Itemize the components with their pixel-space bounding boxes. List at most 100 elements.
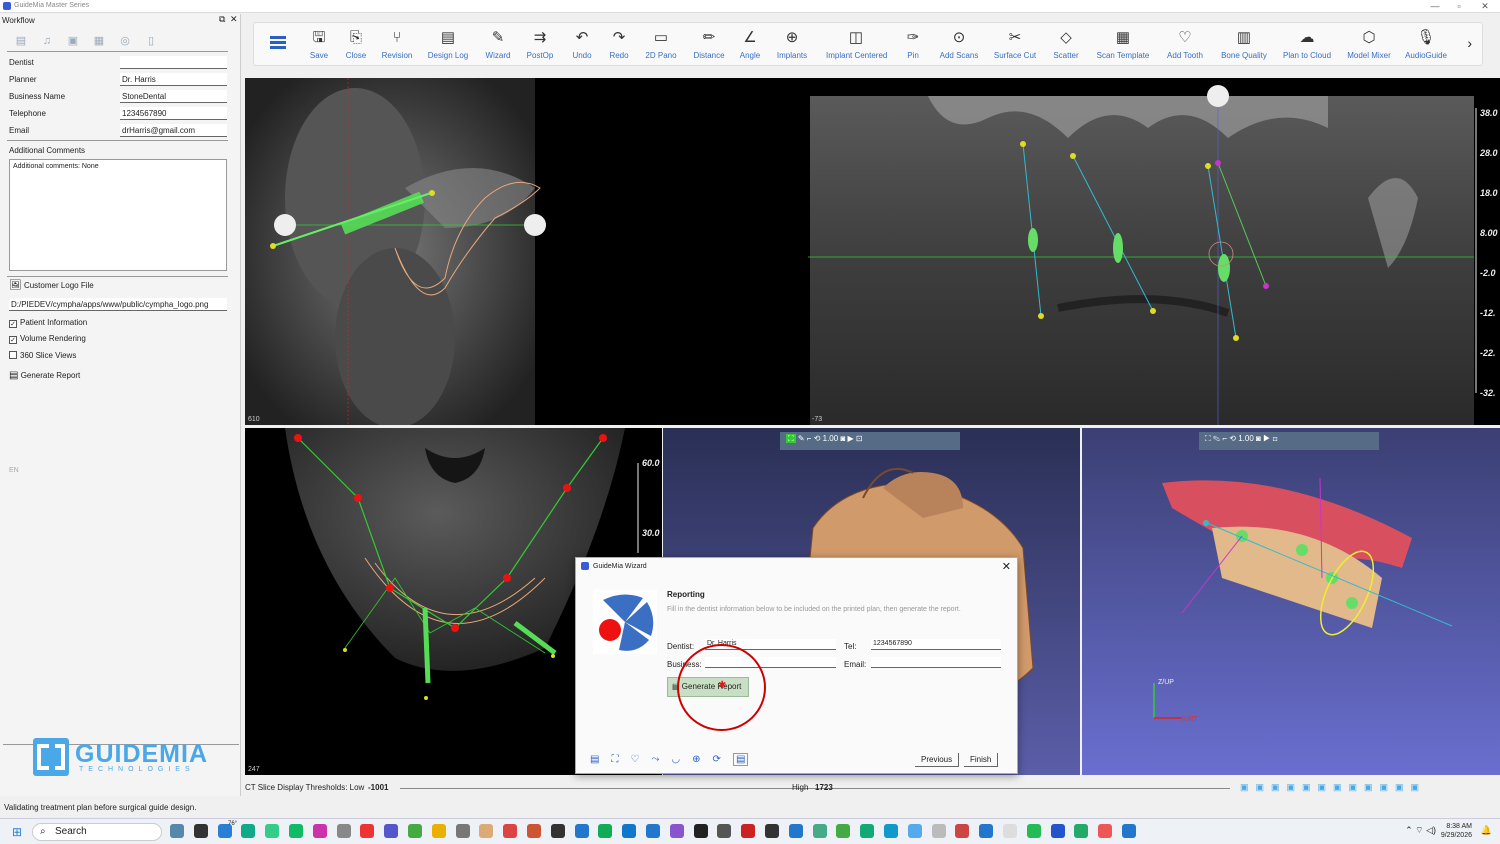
taskbar-app-icon[interactable] bbox=[598, 824, 613, 838]
3d-model-view[interactable]: ⛶ ✎ ⌐ ⟲ 1.00 ◙ ▶ ⊡ Z/UP X/RT bbox=[1082, 428, 1500, 775]
generate-report-link[interactable]: ▤ Generate Report bbox=[9, 370, 80, 381]
implant-step-icon[interactable]: ⊕ bbox=[692, 754, 700, 765]
notification-icon[interactable]: 🔔 bbox=[1481, 825, 1492, 836]
comments-textarea[interactable]: Additional comments: None bbox=[9, 159, 227, 271]
taskbar-app-icon[interactable] bbox=[836, 824, 851, 838]
taskbar-app-icon[interactable] bbox=[1003, 824, 1017, 838]
undock-icon[interactable]: ⧉ bbox=[219, 14, 225, 25]
taskbar-app-icon[interactable] bbox=[431, 824, 446, 838]
taskbar-app-icon[interactable] bbox=[550, 824, 565, 838]
taskbar-app-icon[interactable] bbox=[693, 824, 708, 838]
taskbar-app-icon[interactable] bbox=[408, 824, 422, 838]
clipboard-icon[interactable]: ▤ bbox=[590, 754, 599, 765]
panoramic-view[interactable]: 36.026.016.06.00-4.0-14.-24.-34. 38.028.… bbox=[808, 78, 1500, 425]
bone-quality-button[interactable]: ▥ Bone Quality bbox=[1214, 29, 1274, 60]
taskbar-app-icon[interactable] bbox=[170, 824, 184, 838]
taskbar-app-icon[interactable] bbox=[360, 824, 375, 838]
customer-logo-row[interactable]: 🖼 Customer Logo File bbox=[9, 280, 94, 291]
taskbar-app-icon[interactable] bbox=[622, 824, 637, 838]
taskbar-app-icon[interactable] bbox=[1098, 824, 1113, 838]
taskbar-app-icon[interactable] bbox=[741, 824, 756, 838]
cross-section-view[interactable]: 610 bbox=[245, 78, 808, 425]
taskbar-search[interactable]: ⌕ Search bbox=[32, 823, 162, 841]
taskbar-app-icon[interactable] bbox=[312, 824, 327, 838]
taskbar-app-icon[interactable] bbox=[241, 824, 256, 838]
taskbar-app-icon[interactable] bbox=[646, 824, 660, 838]
taskbar-app-icon[interactable] bbox=[907, 824, 922, 838]
audioguide-button[interactable]: 🎙 AudioGuide bbox=[1396, 29, 1456, 60]
telephone-input[interactable]: 1234567890 bbox=[120, 107, 227, 120]
layout-icons[interactable]: ▣▣▣▣▣▣▣▣▣▣▣▣ bbox=[1240, 782, 1426, 793]
taskbar-app-icon[interactable] bbox=[979, 824, 994, 838]
dialog-tel-input[interactable]: 1234567890 bbox=[871, 639, 1001, 650]
arrow-step-icon[interactable]: ⤳ bbox=[651, 754, 659, 765]
dentist-input[interactable] bbox=[120, 56, 227, 69]
model-mixer-button[interactable]: ⬡ Model Mixer bbox=[1339, 29, 1399, 60]
taskbar-app-icon[interactable] bbox=[265, 824, 280, 838]
add-tooth-button[interactable]: ♡ Add Tooth bbox=[1155, 29, 1215, 60]
clock[interactable]: 8:38 AM 9/29/2026 bbox=[1441, 822, 1472, 840]
email-input[interactable]: drHarris@gmail.com bbox=[120, 124, 227, 137]
refresh-icon[interactable]: ⟳ bbox=[713, 754, 721, 765]
high-threshold-slider[interactable] bbox=[845, 788, 1230, 789]
implant-centered-button[interactable]: ◫ Implant Centered bbox=[826, 29, 887, 60]
taskbar-app-icon[interactable] bbox=[479, 824, 494, 838]
taskbar-app-icon[interactable] bbox=[765, 824, 779, 838]
finish-button[interactable]: Finish bbox=[964, 753, 999, 767]
scan-template-button[interactable]: ▦ Scan Template bbox=[1093, 29, 1153, 60]
taskbar-app-icon[interactable] bbox=[336, 824, 351, 838]
chart-tab-icon[interactable]: ▦ bbox=[86, 34, 112, 50]
menu-icon[interactable] bbox=[270, 36, 286, 50]
toolbar-label: Scatter bbox=[1053, 51, 1079, 60]
volume-rendering-checkbox[interactable]: ✓ Volume Rendering bbox=[9, 334, 86, 344]
taskbar-app-icon[interactable] bbox=[955, 824, 970, 838]
add-scans-button[interactable]: ⊙ Add Scans bbox=[929, 29, 989, 60]
report-step-icon[interactable]: ▤ bbox=[732, 753, 749, 766]
taskbar-app-icon[interactable] bbox=[527, 824, 541, 838]
taskbar-app-icon[interactable] bbox=[574, 824, 589, 838]
taskbar-app-icon[interactable] bbox=[788, 824, 803, 838]
taskbar-app-icon[interactable] bbox=[931, 824, 946, 838]
report-tab-icon[interactable]: ▤ bbox=[8, 34, 34, 50]
taskbar-app-icon[interactable] bbox=[884, 824, 898, 838]
taskbar-app-icon[interactable] bbox=[384, 824, 399, 838]
document-tab-icon[interactable]: ▯ bbox=[138, 34, 164, 50]
chevron-right-icon[interactable]: › bbox=[1467, 35, 1472, 51]
system-tray-icons[interactable]: ⌃ ⌔ ◁) bbox=[1405, 825, 1436, 836]
tooth-icon[interactable]: ♡ bbox=[630, 754, 639, 765]
scatter-button[interactable]: ◇ Scatter bbox=[1036, 29, 1096, 60]
patient-info-checkbox[interactable]: ✓ Patient Information bbox=[9, 318, 87, 328]
checkbox-unchecked-icon bbox=[9, 351, 17, 359]
ruler-tick-label: -12. bbox=[1480, 308, 1496, 318]
taskbar-app-icon[interactable] bbox=[669, 824, 684, 838]
audio-tab-icon[interactable]: ♫ bbox=[34, 35, 60, 51]
taskbar-app-icon[interactable] bbox=[1050, 824, 1065, 838]
slice-views-checkbox[interactable]: 360 Slice Views bbox=[9, 351, 76, 360]
taskbar-app-icon[interactable] bbox=[193, 824, 208, 838]
taskbar-app-icon[interactable] bbox=[717, 824, 732, 838]
dialog-close-icon[interactable]: ✕ bbox=[1002, 560, 1011, 573]
taskbar-app-icon[interactable] bbox=[812, 824, 827, 838]
taskbar-app-icon[interactable] bbox=[1026, 824, 1041, 838]
scan-icon[interactable]: ⛶ bbox=[611, 754, 618, 765]
plan-to-cloud-button[interactable]: ☁ Plan to Cloud bbox=[1277, 29, 1337, 60]
implants-button[interactable]: ⊕ Implants bbox=[762, 29, 822, 60]
taskbar-app-icon[interactable] bbox=[1122, 824, 1136, 838]
taskbar-app-icon[interactable] bbox=[455, 824, 470, 838]
dialog-email-input[interactable] bbox=[871, 657, 1001, 668]
planner-input[interactable]: Dr. Harris bbox=[120, 73, 227, 86]
business-input[interactable]: StoneDental bbox=[120, 90, 227, 103]
curve-icon[interactable]: ◡ bbox=[671, 754, 680, 765]
taskbar-app-icon[interactable] bbox=[860, 824, 875, 838]
taskbar-app-icon[interactable] bbox=[503, 824, 518, 838]
taskbar-app-icon[interactable] bbox=[1074, 824, 1089, 838]
logo-path-input[interactable]: D:/PIEDEV/cympha/apps/www/public/cympha_… bbox=[9, 298, 227, 311]
windows-start-icon[interactable]: ⊞ bbox=[12, 825, 22, 839]
image-tab-icon[interactable]: ▣ bbox=[60, 34, 86, 50]
close-window-button[interactable]: ✕ bbox=[1470, 0, 1500, 13]
close-panel-icon[interactable]: ✕ bbox=[230, 14, 238, 25]
previous-button[interactable]: Previous bbox=[915, 753, 960, 767]
weather-temp: 76° bbox=[228, 821, 238, 827]
compass-tab-icon[interactable]: ◎ bbox=[112, 34, 138, 50]
taskbar-app-icon[interactable] bbox=[289, 824, 303, 838]
